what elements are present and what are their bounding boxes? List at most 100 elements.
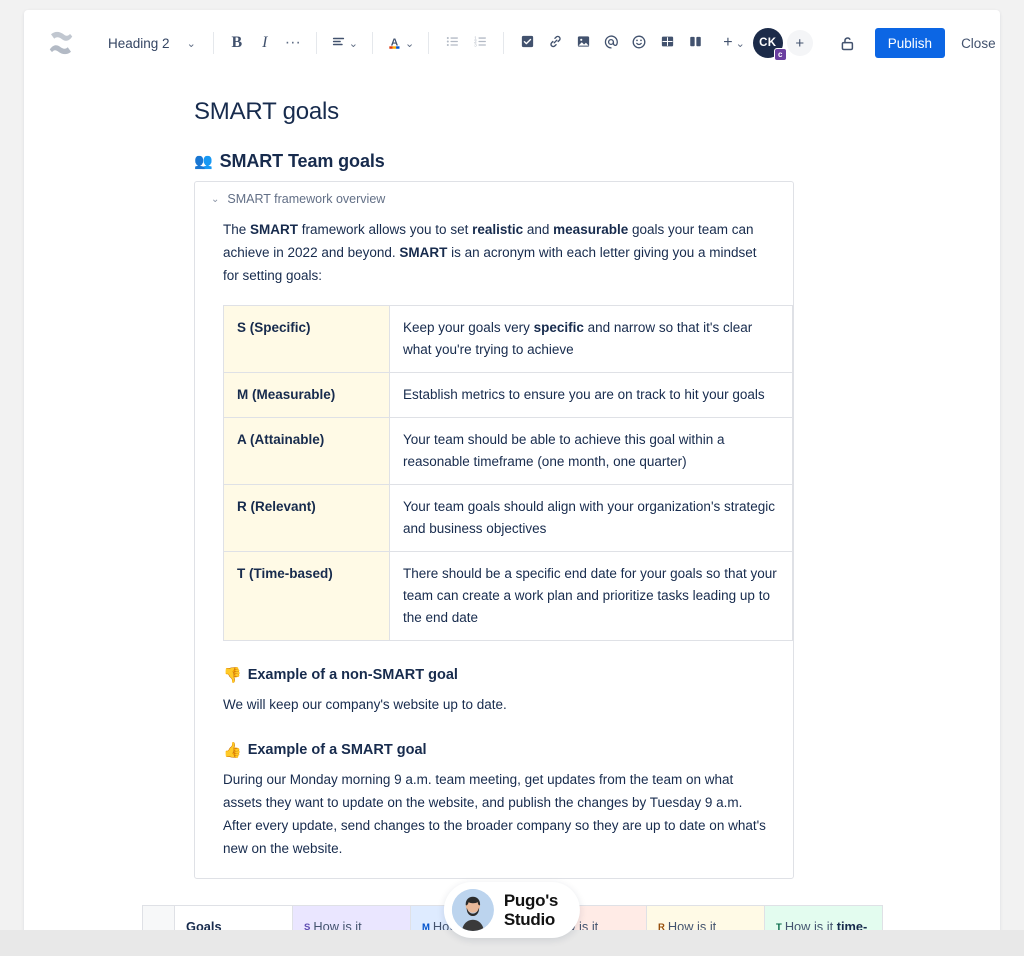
smart-definition-table: S (Specific) Keep your goals very specifi… [223,305,793,641]
intro-text-3: and [523,222,554,237]
chevron-down-icon: ⌄ [211,193,220,205]
toolbar-divider [315,32,317,54]
smart-example-text: During our Monday morning 9 a.m. team me… [223,772,766,856]
align-left-icon [331,34,346,52]
text-color-icon: A [387,34,402,53]
smart-row-value: Keep your goals very specific and narrow… [389,305,793,373]
smart-table-body: S (Specific) Keep your goals very specifi… [223,305,793,641]
add-person-button[interactable]: + [786,30,813,56]
smart-row-key: T (Time-based) [223,551,390,641]
expand-macro: ⌄ SMART framework overview The SMART fra… [194,181,794,879]
chevron-down-icon: ⌄ [735,37,745,50]
page-title: SMART goals [194,98,339,125]
heading-non-smart-label: Example of a non-SMART goal [247,667,458,683]
heading-smart-label: Example of a SMART goal [247,742,427,758]
editor-toolbar: Heading 2 ⌄ B I ··· ⌄ A ⌄ 1 2 3 + ⌄ CK c… [24,10,1000,76]
intro-bold-3: measurable [553,222,629,237]
smart-table-row: A (Attainable) Your team should be able t… [223,417,793,485]
toolbar-divider [212,32,214,54]
smart-row-value: There should be a specific end date for … [389,551,793,641]
svg-text:3: 3 [474,43,477,48]
text-style-label: Heading 2 [108,35,170,51]
smart-table-row: S (Specific) Keep your goals very specifi… [223,305,793,373]
people-emoji-icon: 👥 [194,153,213,170]
watermark-line-2: Studio [503,910,555,929]
watermark-line-1: Pugo's [503,891,559,910]
watermark-badge: Pugo's Studio [443,882,581,938]
toolbar-divider [372,32,373,54]
task-list-button[interactable] [513,28,541,58]
confluence-logo-icon [44,26,78,60]
numbered-list-button[interactable]: 123 [466,28,494,58]
intro-bold-2: realistic [472,222,524,237]
task-list-icon [520,34,535,52]
italic-button[interactable]: I [251,28,279,58]
bullet-list-icon [445,34,460,52]
layout-button[interactable] [681,28,709,58]
chevron-down-icon: ⌄ [186,37,196,50]
non-smart-example-text: We will keep our company's website up to… [223,697,507,712]
chevron-down-icon: ⌄ [348,37,358,50]
emoji-icon [631,34,647,53]
section-heading-label: SMART Team goals [219,151,385,171]
expand-content: The SMART framework allows you to set re… [207,218,793,860]
smart-table-row: M (Measurable) Establish metrics to ensur… [223,372,793,418]
link-button[interactable] [541,28,569,58]
intro-bold-4: SMART [399,245,448,260]
screenshot-root: Heading 2 ⌄ B I ··· ⌄ A ⌄ 1 2 3 + ⌄ CK c… [0,0,1024,956]
layout-icon [688,34,703,52]
text-align-button[interactable]: ⌄ [326,28,363,58]
smart-row-value: Your team should be able to achieve this… [389,417,793,485]
watermark-avatar [451,889,494,931]
chevron-down-icon: ⌄ [405,37,415,50]
smart-row-key: M (Measurable) [223,372,390,418]
image-button[interactable] [569,28,597,58]
editor-card: Heading 2 ⌄ B I ··· ⌄ A ⌄ 1 2 3 + ⌄ CK c… [24,10,1000,936]
toolbar-divider [428,32,430,54]
smart-table-row: R (Relevant) Your team goals should align… [223,484,793,552]
watermark-text: Pugo's Studio [503,891,559,929]
italic-icon: I [262,34,268,51]
intro-text-1: The [223,222,251,237]
text-color-button[interactable]: A ⌄ [382,28,419,58]
bold-button[interactable]: B [223,28,251,58]
thumbs-down-emoji-icon: 👎 [223,666,242,684]
thumbs-up-emoji-icon: 👍 [223,741,242,759]
intro-text-2: framework allows you to set [298,222,473,237]
document-content: SMART goals 👥 SMART Team goals ⌄ SMART f… [194,98,814,879]
table-icon [660,34,675,52]
smart-table-row: T (Time-based) There should be a specific… [223,551,793,641]
smart-row-key: S (Specific) [223,305,390,373]
smart-row-value: Your team goals should align with your o… [389,484,793,552]
expand-toggle[interactable]: ⌄ SMART framework overview [207,192,781,206]
heading-smart-example: 👍 Example of a SMART goal [223,742,767,758]
unlock-icon[interactable] [833,28,863,58]
intro-bold-1: SMART [250,222,299,237]
document-body: SMART goals 👥 SMART Team goals ⌄ SMART f… [24,76,1000,936]
avatar[interactable]: CK c [752,28,787,61]
section-heading-smart-team-goals: 👥 SMART Team goals [194,151,814,172]
table-button[interactable] [653,28,681,58]
heading-non-smart-example: 👎 Example of a non-SMART goal [223,667,767,683]
link-icon [548,34,563,52]
smart-row-value: Establish metrics to ensure you are on t… [389,372,793,418]
toolbar-right-cluster: CK c + Publish Close ··· [752,28,1000,61]
insert-more-button[interactable]: + ⌄ [715,28,753,58]
image-icon [576,34,591,52]
expand-summary-label: SMART framework overview [227,192,386,206]
mention-icon [603,34,619,53]
avatar-badge: c [773,48,787,61]
smart-row-key: R (Relevant) [223,484,390,552]
smart-row-key: A (Attainable) [223,417,390,485]
bullet-list-button[interactable] [438,28,466,58]
intro-paragraph: The SMART framework allows you to set re… [223,218,767,287]
text-style-dropdown[interactable]: Heading 2 ⌄ [100,28,204,58]
publish-button[interactable]: Publish [874,28,946,58]
mention-button[interactable] [597,28,625,58]
bold-icon: B [231,34,243,51]
more-formatting-button[interactable]: ··· [279,28,307,58]
emoji-button[interactable] [625,28,653,58]
plus-icon: + [723,34,733,51]
toolbar-divider [503,32,505,54]
close-button[interactable]: Close [951,28,1000,58]
